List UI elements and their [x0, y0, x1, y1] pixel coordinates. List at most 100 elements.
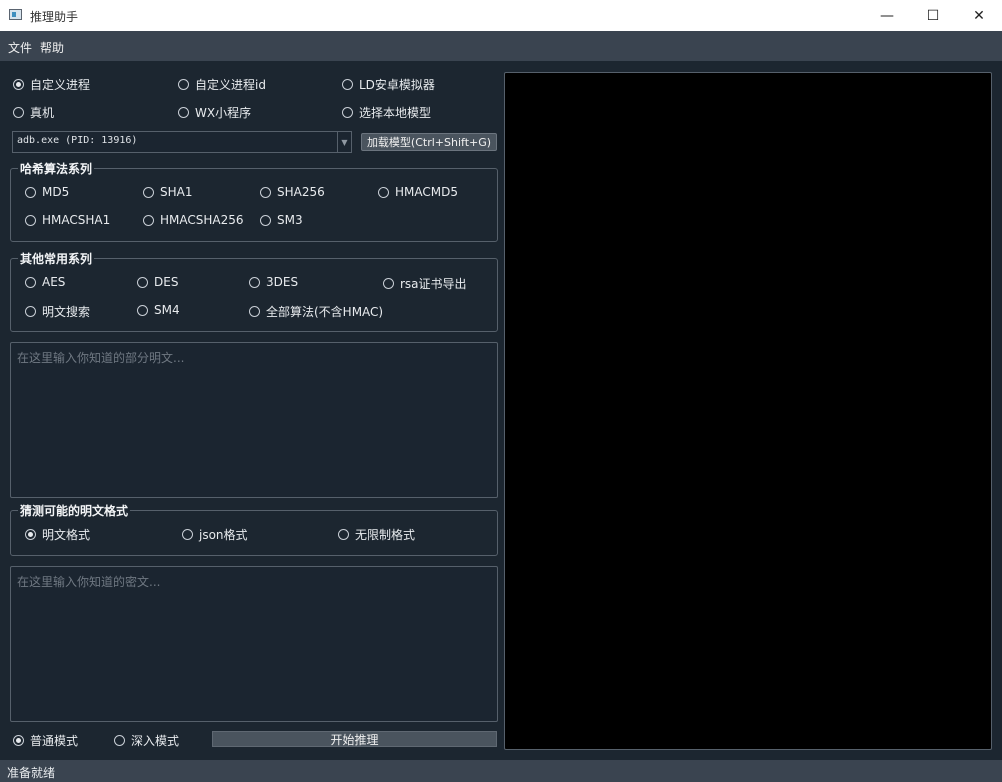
radio-indicator — [178, 79, 189, 90]
group-title: 哈希算法系列 — [18, 160, 95, 177]
ciphertext-placeholder: 在这里输入你知道的密文... — [17, 575, 161, 589]
radio-all-algorithms[interactable]: 全部算法(不含HMAC) — [249, 303, 383, 320]
process-select[interactable]: adb.exe (PID: 13916) ▼ — [12, 131, 352, 153]
radio-indicator — [25, 529, 36, 540]
radio-unlimited-format[interactable]: 无限制格式 — [338, 526, 415, 543]
radio-indicator — [143, 214, 154, 226]
radio-json-format[interactable]: json格式 — [182, 526, 248, 543]
radio-indicator — [338, 529, 349, 540]
maximize-button[interactable]: ☐ — [910, 0, 956, 31]
radio-label: 普通模式 — [30, 734, 79, 748]
radio-indicator — [178, 107, 189, 118]
radio-indicator — [260, 186, 271, 198]
radio-indicator — [13, 79, 24, 90]
hash-algorithm-group: 哈希算法系列 MD5 SHA1 SHA256 HMACMD5 HMACSHA1 … — [10, 160, 498, 242]
radio-label: HMACSHA1 — [42, 213, 111, 227]
radio-indicator — [383, 278, 394, 289]
menu-help[interactable]: 帮助 — [40, 39, 64, 56]
group-title: 猜测可能的明文格式 — [18, 502, 131, 519]
group-title: 其他常用系列 — [18, 250, 95, 267]
plaintext-format-group: 猜测可能的明文格式 明文格式 json格式 无限制格式 — [10, 502, 498, 556]
radio-indicator — [143, 186, 154, 198]
process-select-value: adb.exe (PID: 13916) — [17, 135, 138, 146]
output-console[interactable] — [504, 72, 992, 750]
radio-sha1[interactable]: SHA1 — [143, 185, 192, 199]
radio-sm3[interactable]: SM3 — [260, 213, 303, 227]
radio-label: DES — [154, 275, 179, 289]
radio-indicator — [13, 735, 24, 746]
radio-indicator — [182, 529, 193, 540]
radio-label: 深入模式 — [131, 734, 180, 748]
ciphertext-input[interactable]: 在这里输入你知道的密文... — [10, 566, 498, 722]
other-algorithm-group: 其他常用系列 AES DES 3DES rsa证书导出 明文搜索 SM4 全部算… — [10, 250, 498, 332]
radio-local-model[interactable]: 选择本地模型 — [342, 104, 431, 121]
radio-indicator — [378, 186, 389, 198]
radio-label: 选择本地模型 — [359, 106, 432, 120]
radio-hmacmd5[interactable]: HMACMD5 — [378, 185, 458, 199]
title-bar: 推理助手 — ☐ ✕ — [0, 0, 1002, 31]
radio-rsa-cert-export[interactable]: rsa证书导出 — [383, 275, 467, 292]
radio-label: 无限制格式 — [355, 528, 416, 542]
status-text: 准备就绪 — [7, 766, 56, 780]
radio-plaintext-search[interactable]: 明文搜索 — [25, 303, 90, 320]
radio-label: HMACSHA256 — [160, 213, 244, 227]
radio-plain-format[interactable]: 明文格式 — [25, 526, 90, 543]
radio-label: SHA256 — [277, 185, 325, 199]
plaintext-placeholder: 在这里输入你知道的部分明文... — [17, 351, 185, 365]
radio-wx-miniprogram[interactable]: WX小程序 — [178, 104, 251, 121]
radio-indicator — [25, 214, 36, 226]
radio-label: HMACMD5 — [395, 185, 458, 199]
radio-label: json格式 — [199, 528, 248, 542]
radio-indicator — [137, 304, 148, 316]
radio-hmacsha256[interactable]: HMACSHA256 — [143, 213, 244, 227]
radio-label: 明文格式 — [42, 528, 91, 542]
radio-hmacsha1[interactable]: HMACSHA1 — [25, 213, 110, 227]
menu-bar: 文件 帮助 — [0, 31, 1002, 61]
radio-indicator — [25, 306, 36, 317]
load-model-button[interactable]: 加载模型(Ctrl+Shift+G) — [361, 133, 497, 151]
radio-3des[interactable]: 3DES — [249, 275, 298, 289]
radio-indicator — [13, 107, 24, 118]
radio-label: WX小程序 — [195, 106, 252, 120]
radio-indicator — [114, 735, 125, 746]
radio-indicator — [249, 276, 260, 288]
chevron-down-icon[interactable]: ▼ — [337, 132, 351, 152]
radio-label: AES — [42, 275, 66, 289]
plaintext-input[interactable]: 在这里输入你知道的部分明文... — [10, 342, 498, 498]
radio-indicator — [342, 79, 353, 90]
window-title: 推理助手 — [30, 10, 79, 24]
radio-des[interactable]: DES — [137, 275, 178, 289]
minimize-button[interactable]: — — [864, 0, 910, 31]
radio-label: 全部算法(不含HMAC) — [266, 305, 384, 319]
radio-indicator — [25, 276, 36, 288]
radio-real-device[interactable]: 真机 — [13, 104, 54, 121]
menu-file[interactable]: 文件 — [8, 39, 32, 56]
radio-aes[interactable]: AES — [25, 275, 65, 289]
radio-label: MD5 — [42, 185, 70, 199]
status-bar: 准备就绪 — [0, 760, 1002, 782]
radio-label: SM4 — [154, 303, 180, 317]
radio-label: 自定义进程id — [195, 78, 266, 92]
radio-indicator — [249, 306, 260, 317]
app-icon — [9, 9, 22, 20]
radio-label: SM3 — [277, 213, 303, 227]
radio-indicator — [342, 107, 353, 118]
radio-label: 自定义进程 — [30, 78, 91, 92]
radio-deep-mode[interactable]: 深入模式 — [114, 732, 179, 749]
close-button[interactable]: ✕ — [956, 0, 1002, 31]
radio-label: SHA1 — [160, 185, 193, 199]
radio-sm4[interactable]: SM4 — [137, 303, 180, 317]
radio-label: rsa证书导出 — [400, 277, 467, 291]
radio-ld-emulator[interactable]: LD安卓模拟器 — [342, 76, 435, 93]
radio-sha256[interactable]: SHA256 — [260, 185, 325, 199]
radio-custom-process-id[interactable]: 自定义进程id — [178, 76, 266, 93]
radio-normal-mode[interactable]: 普通模式 — [13, 732, 78, 749]
radio-custom-process[interactable]: 自定义进程 — [13, 76, 90, 93]
radio-indicator — [260, 214, 271, 226]
radio-label: 3DES — [266, 275, 299, 289]
radio-label: 明文搜索 — [42, 305, 91, 319]
start-inference-button[interactable]: 开始推理 — [212, 731, 497, 747]
radio-label: 真机 — [30, 106, 55, 120]
radio-md5[interactable]: MD5 — [25, 185, 69, 199]
radio-indicator — [137, 276, 148, 288]
